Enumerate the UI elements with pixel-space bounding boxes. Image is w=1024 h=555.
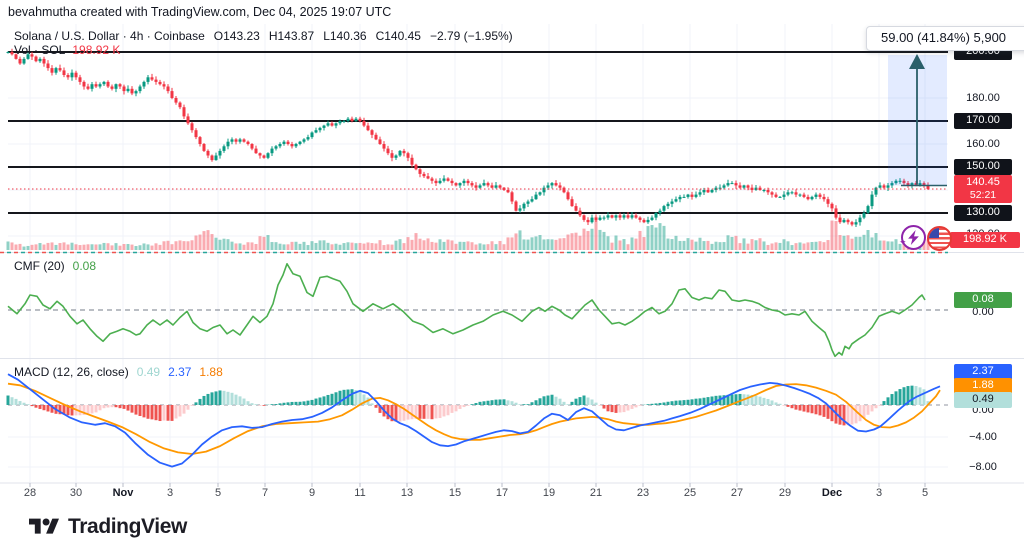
countdown-timer: 52:21 (954, 189, 1012, 201)
chart-canvas (0, 0, 1024, 555)
macd-histogram (7, 386, 930, 426)
macd-label: MACD (12, 26, close) (14, 365, 129, 379)
price-chip: 0.08 (954, 292, 1012, 308)
volume-bars (7, 217, 930, 250)
time-label: 9 (309, 487, 315, 499)
symbol-legend: Solana / U.S. Dollar · 4h · Coinbase O14… (14, 29, 513, 43)
tradingview-logo-icon (29, 515, 59, 539)
sparkle-icon: ✦ (899, 237, 907, 248)
volume-label: Vol · SOL (14, 43, 65, 57)
time-label: 27 (731, 487, 743, 499)
us-flag-icon (927, 226, 952, 251)
time-label: Nov (113, 487, 134, 499)
macd-line (8, 374, 940, 466)
time-label: 5 (215, 487, 221, 499)
price-label: 160.00 (954, 138, 1012, 150)
time-label: 17 (496, 487, 508, 499)
macd-legend: MACD (12, 26, close) 0.49 2.37 1.88 (14, 365, 223, 379)
time-label: 19 (543, 487, 555, 499)
boost-lightning-icon: ✦ (901, 225, 926, 250)
ohlc-change: −2.79 (−1.95%) (430, 29, 513, 43)
tradingview-logo-text[interactable]: TradingView (68, 515, 187, 539)
time-label: 7 (262, 487, 268, 499)
time-label: 25 (684, 487, 696, 499)
price-chip: 0.49 (954, 392, 1012, 408)
time-label: 23 (637, 487, 649, 499)
macd-hist-value: 0.49 (137, 365, 160, 379)
time-label: 30 (70, 487, 82, 499)
measure-tooltip: 59.00 (41.84%) 5,900 (866, 26, 1024, 51)
price-label: 180.00 (954, 92, 1012, 104)
price-chip: 150.00 (954, 159, 1012, 175)
price-label: −4.00 (954, 431, 1012, 443)
time-label: Dec (822, 487, 842, 499)
time-label: 28 (24, 487, 36, 499)
price-chip: 140.4552:21 (954, 175, 1012, 203)
macd-signal-line (8, 384, 940, 454)
footer: TradingView (29, 515, 187, 539)
time-label: 21 (590, 487, 602, 499)
time-label: 3 (876, 487, 882, 499)
time-label: 5 (922, 487, 928, 499)
time-label: 29 (779, 487, 791, 499)
ohlc-high: H143.87 (269, 29, 314, 43)
tradingview-snapshot: bevahmutha created with TradingView.com,… (0, 0, 1024, 555)
candles (7, 49, 930, 227)
cmf-value: 0.08 (73, 259, 96, 273)
macd-signal-value: 1.88 (199, 365, 222, 379)
ohlc-open: O143.23 (214, 29, 260, 43)
macd-line-value: 2.37 (168, 365, 191, 379)
ohlc-close: C140.45 (376, 29, 421, 43)
cmf-legend: CMF (20) 0.08 (14, 259, 96, 273)
price-chip: 130.00 (954, 205, 1012, 221)
time-label: 15 (449, 487, 461, 499)
symbol-title: Solana / U.S. Dollar · 4h · Coinbase (14, 29, 205, 43)
cmf-label: CMF (20) (14, 259, 65, 273)
price-label: −8.00 (954, 461, 1012, 473)
price-chip: 170.00 (954, 113, 1012, 129)
flag-canton (929, 228, 939, 238)
time-label: 3 (167, 487, 173, 499)
time-label: 13 (401, 487, 413, 499)
time-label: 11 (354, 487, 365, 499)
ohlc-low: L140.36 (323, 29, 366, 43)
price-chip: 198.92 K (950, 232, 1020, 248)
volume-legend: Vol · SOL 198.92 K (14, 43, 120, 57)
volume-value: 198.92 K (72, 43, 120, 57)
